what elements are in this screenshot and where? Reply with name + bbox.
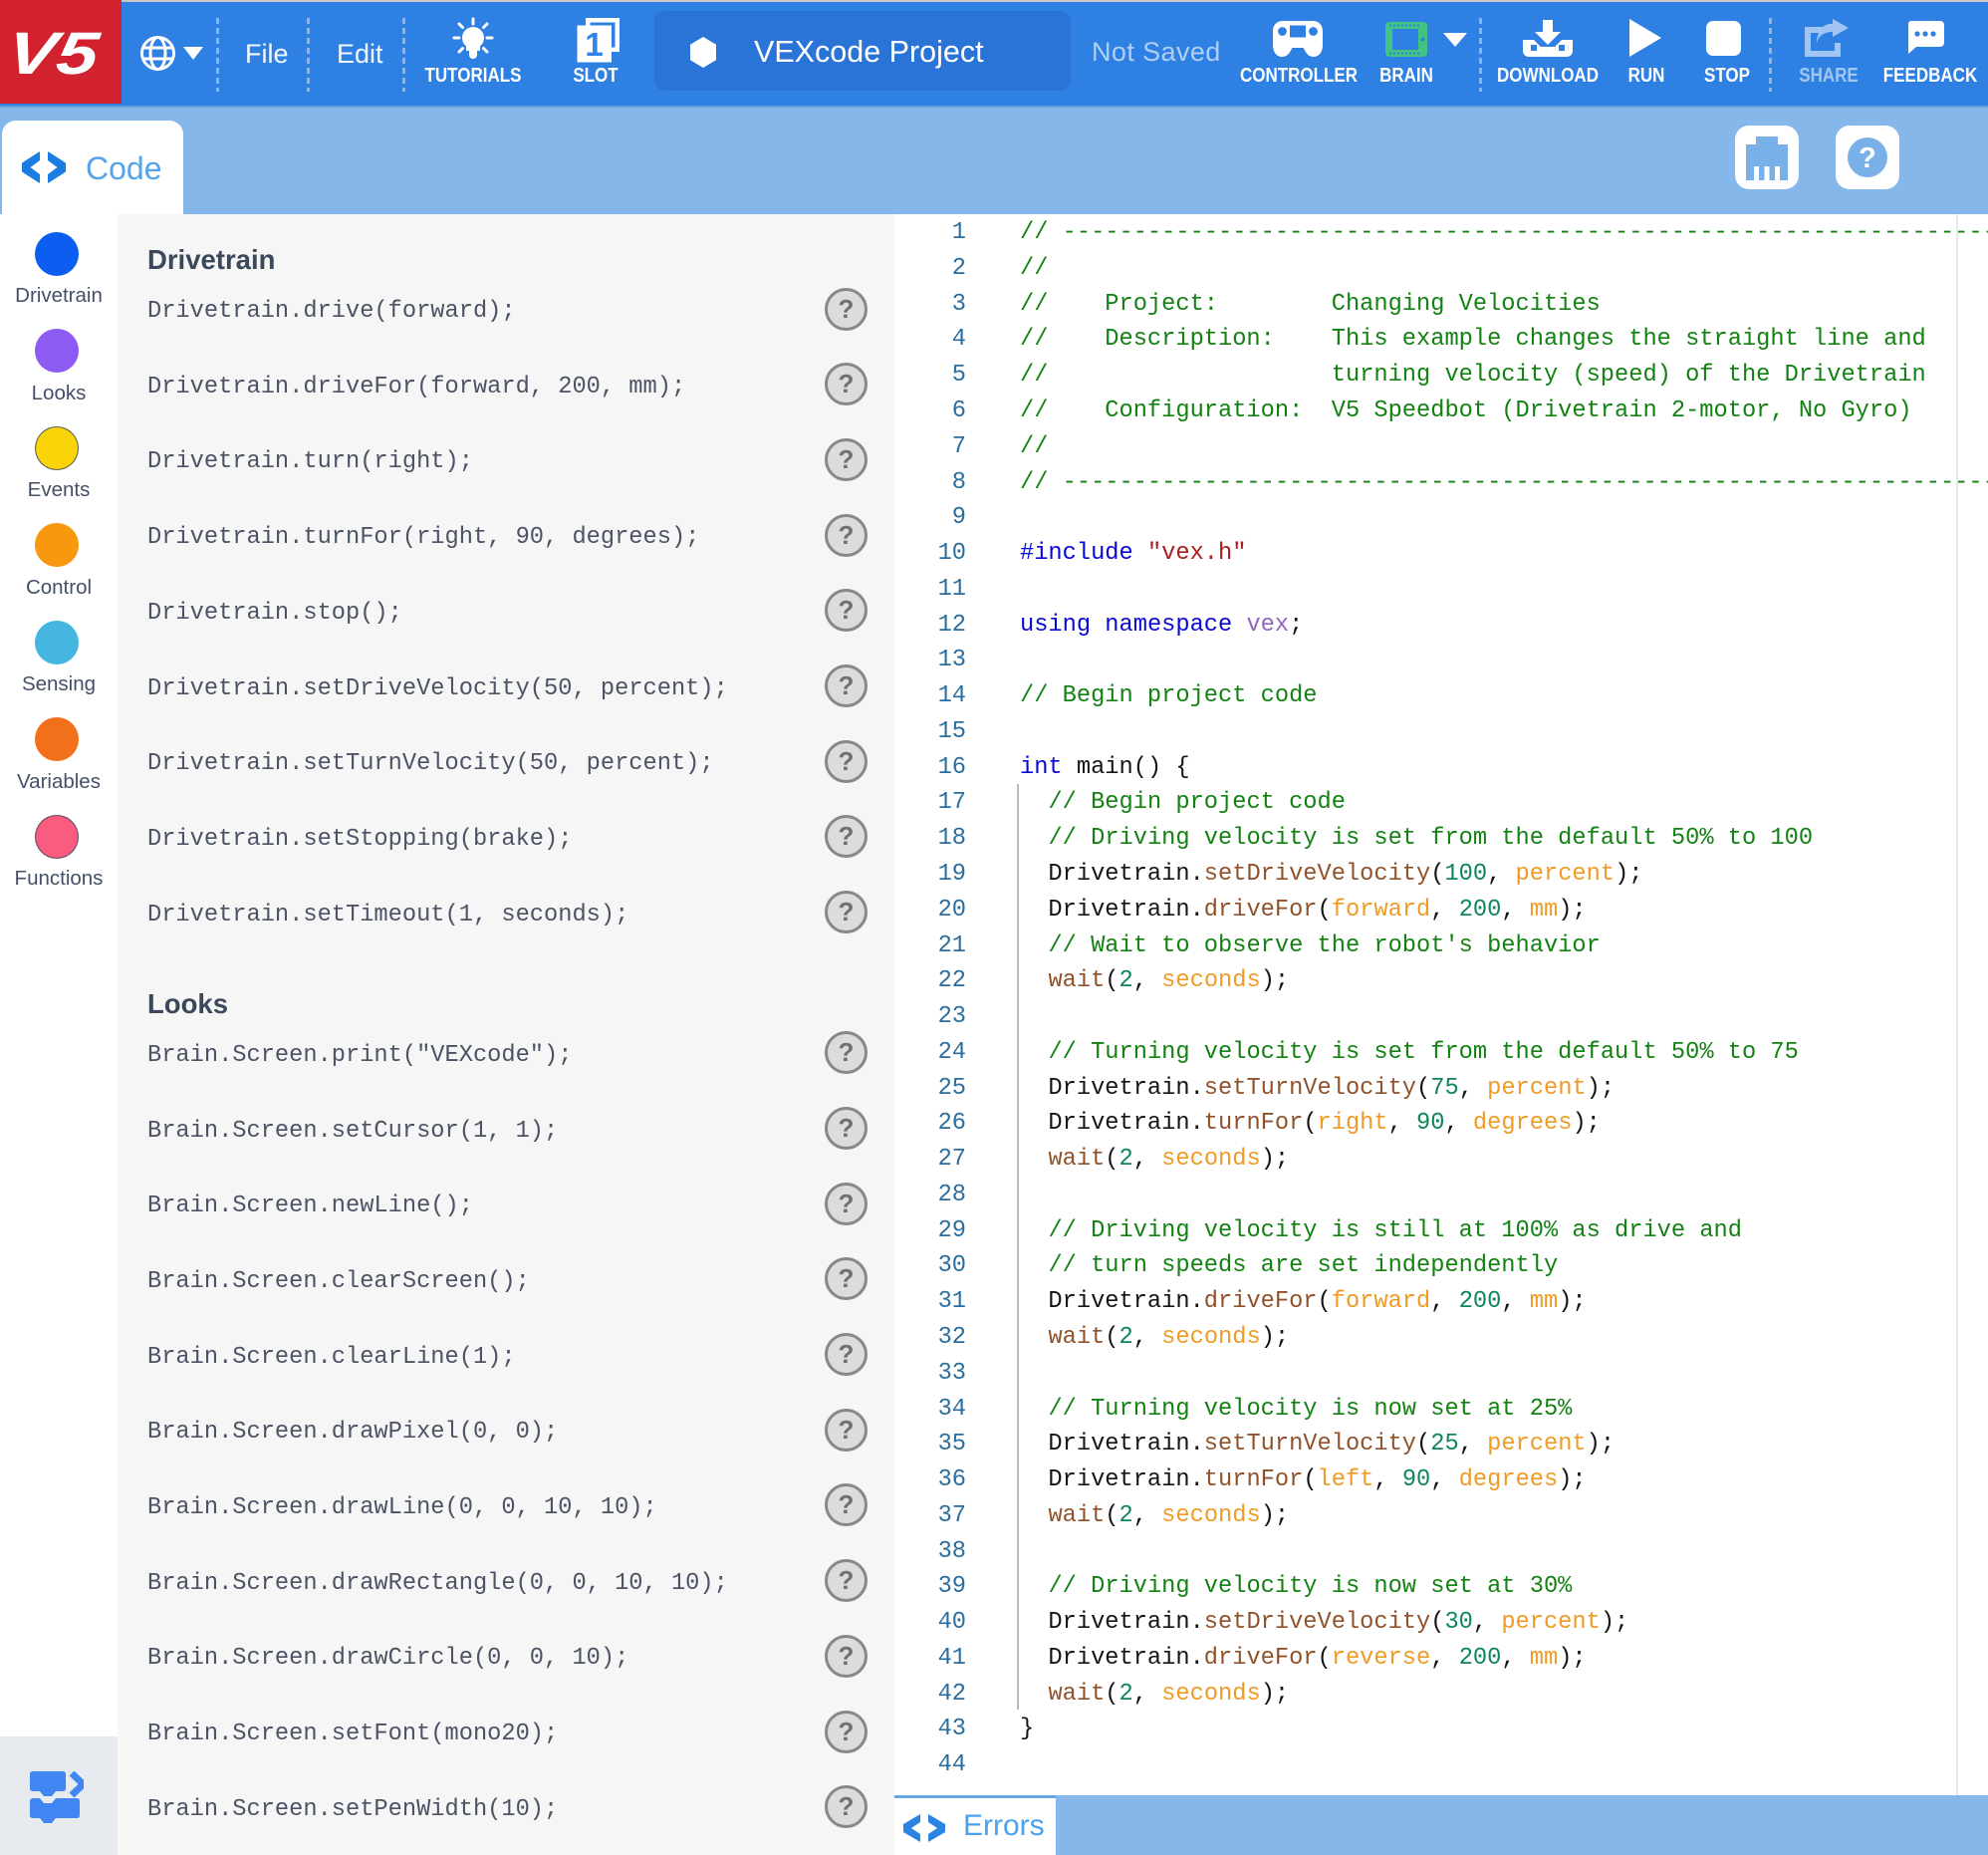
svg-text:1: 1 [585, 26, 603, 63]
svg-text:?: ? [1859, 142, 1876, 174]
